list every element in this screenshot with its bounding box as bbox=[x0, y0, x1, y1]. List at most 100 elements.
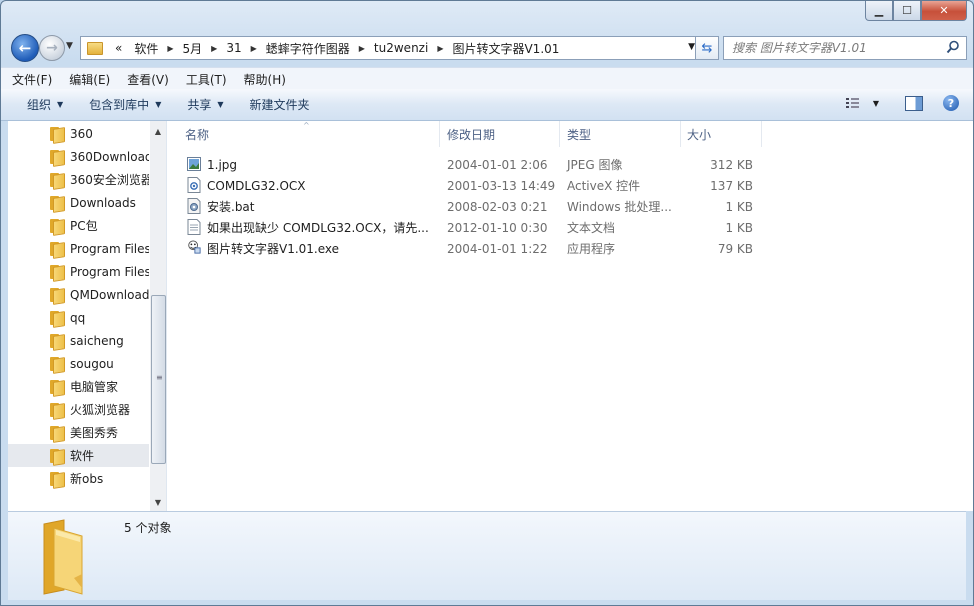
column-header-type[interactable]: 类型 bbox=[560, 121, 681, 147]
folder-icon bbox=[49, 471, 65, 489]
sidebar-item[interactable]: 新obs bbox=[8, 467, 149, 490]
forward-arrow-icon: → bbox=[46, 40, 58, 56]
address-bar[interactable]: « 软件 ▶ 5月 ▶ 31 ▶ 蟋蟀字符作图器 ▶ tu2wenzi ▶ 图片… bbox=[80, 36, 702, 60]
organize-button[interactable]: 组织 ▼ bbox=[15, 96, 77, 113]
refresh-button[interactable]: ⇆ bbox=[695, 36, 719, 60]
sidebar-item-label: 360Download bbox=[70, 149, 149, 164]
file-date: 2012-01-10 0:30 bbox=[447, 220, 548, 235]
text-file-icon bbox=[187, 219, 201, 235]
new-folder-button[interactable]: 新建文件夹 bbox=[238, 96, 324, 113]
change-view-icon[interactable] bbox=[845, 96, 861, 110]
file-type: 应用程序 bbox=[567, 242, 616, 256]
search-icon[interactable] bbox=[946, 40, 960, 54]
folder-icon bbox=[49, 356, 65, 374]
column-header-date[interactable]: 修改日期 bbox=[439, 121, 560, 147]
activex-file-icon bbox=[187, 177, 201, 193]
file-type: ActiveX 控件 bbox=[567, 179, 641, 193]
file-row[interactable]: 1.jpg 2004-01-01 2:06 JPEG 图像 312 KB bbox=[185, 154, 955, 175]
sidebar-item[interactable]: Program Files bbox=[8, 237, 149, 260]
sidebar-item[interactable]: 美图秀秀 bbox=[8, 421, 149, 444]
include-in-library-button[interactable]: 包含到库中 ▼ bbox=[77, 96, 175, 113]
file-row[interactable]: 安装.bat 2008-02-03 0:21 Windows 批处理... 1 KB bbox=[185, 196, 955, 217]
file-size: 79 KB bbox=[717, 241, 753, 256]
folder-icon bbox=[49, 402, 65, 420]
item-count: 5 个对象 bbox=[124, 521, 172, 535]
menu-file[interactable]: 文件(F) bbox=[1, 71, 58, 88]
address-dropdown-chevron-icon[interactable]: ▼ bbox=[688, 42, 695, 52]
folder-icon bbox=[49, 310, 65, 328]
sidebar-item-label: 新obs bbox=[70, 472, 104, 486]
sidebar-item[interactable]: 电脑管家 bbox=[8, 375, 149, 398]
sidebar-item-label: saicheng bbox=[70, 333, 124, 348]
folder-icon bbox=[49, 425, 65, 443]
file-row[interactable]: 如果出现缺少 COMDLG32.OCX，请先... 2012-01-10 0:30… bbox=[185, 217, 955, 238]
breadcrumb-separator-icon[interactable]: ▶ bbox=[356, 44, 368, 53]
menu-help[interactable]: 帮助(H) bbox=[233, 71, 292, 88]
breadcrumb-overflow[interactable]: « bbox=[109, 41, 128, 55]
recent-pages-chevron-icon[interactable]: ▼ bbox=[66, 41, 73, 51]
file-size: 312 KB bbox=[710, 157, 753, 172]
menu-bar: 文件(F) 编辑(E) 查看(V) 工具(T) 帮助(H) bbox=[1, 67, 973, 90]
sidebar-item[interactable]: qq bbox=[8, 306, 149, 329]
share-button[interactable]: 共享 ▼ bbox=[175, 96, 237, 113]
minimize-button[interactable]: ▁ bbox=[865, 1, 893, 21]
scrollbar-thumb[interactable]: ≡ bbox=[151, 295, 166, 464]
navigation-pane: 新obs 软件 美图秀秀 火狐浏览器 电脑管家 sougou saicheng qq QMDow… bbox=[8, 121, 167, 511]
help-icon[interactable]: ? bbox=[943, 95, 959, 111]
sidebar-item[interactable]: 360 bbox=[8, 122, 149, 145]
file-type: JPEG 图像 bbox=[567, 158, 623, 172]
sidebar-item[interactable]: Downloads bbox=[8, 191, 149, 214]
file-name: 安装.bat bbox=[207, 200, 255, 214]
breadcrumb-separator-icon[interactable]: ▶ bbox=[434, 44, 446, 53]
search-box bbox=[723, 36, 967, 60]
breadcrumb-item[interactable]: 软件 bbox=[128, 40, 164, 57]
sidebar-item[interactable]: 360Download bbox=[8, 145, 149, 168]
scroll-up-icon[interactable]: ▲ bbox=[150, 123, 166, 139]
breadcrumb-item[interactable]: 蟋蟀字符作图器 bbox=[260, 40, 356, 57]
sidebar-item[interactable]: 火狐浏览器 bbox=[8, 398, 149, 421]
sidebar-item[interactable]: Program Files bbox=[8, 260, 149, 283]
file-type: 文本文档 bbox=[567, 221, 616, 235]
sidebar-item[interactable]: 360安全浏览器 bbox=[8, 168, 149, 191]
folder-icon bbox=[49, 264, 65, 282]
chevron-down-icon: ▼ bbox=[155, 100, 162, 109]
folder-icon bbox=[49, 333, 65, 351]
file-date: 2004-01-01 2:06 bbox=[447, 157, 548, 172]
sidebar-item[interactable]: sougou bbox=[8, 352, 149, 375]
sidebar-item-label: 美图秀秀 bbox=[70, 426, 119, 440]
scroll-down-icon[interactable]: ▼ bbox=[150, 494, 166, 510]
sidebar-item[interactable]: 软件 bbox=[8, 444, 149, 467]
explorer-window: ▁ ☐ ✕ ← → ▼ « 软件 ▶ 5月 ▶ 31 ▶ 蟋蟀字符作图器 ▶ t… bbox=[0, 0, 974, 606]
sort-ascending-icon: ^ bbox=[303, 121, 310, 130]
breadcrumb-item[interactable]: 图片转文字器V1.01 bbox=[446, 40, 565, 57]
breadcrumb: « 软件 ▶ 5月 ▶ 31 ▶ 蟋蟀字符作图器 ▶ tu2wenzi ▶ 图片… bbox=[109, 40, 565, 57]
back-button[interactable]: ← bbox=[11, 34, 39, 62]
include-in-library-label: 包含到库中 bbox=[89, 98, 150, 112]
sidebar-item[interactable]: PC包 bbox=[8, 214, 149, 237]
search-input[interactable] bbox=[730, 40, 944, 56]
column-header-size[interactable]: 大小 bbox=[681, 121, 762, 147]
navigation-bar: ← → ▼ « 软件 ▶ 5月 ▶ 31 ▶ 蟋蟀字符作图器 ▶ tu2wenz… bbox=[9, 33, 967, 62]
folder-icon bbox=[49, 448, 65, 466]
close-button[interactable]: ✕ bbox=[921, 1, 967, 21]
breadcrumb-item[interactable]: 5月 bbox=[177, 40, 209, 57]
file-row[interactable]: COMDLG32.OCX 2001-03-13 14:49 ActiveX 控件 13… bbox=[185, 175, 955, 196]
breadcrumb-separator-icon[interactable]: ▶ bbox=[208, 44, 220, 53]
sidebar-item[interactable]: saicheng bbox=[8, 329, 149, 352]
maximize-button[interactable]: ☐ bbox=[893, 1, 921, 21]
breadcrumb-separator-icon[interactable]: ▶ bbox=[164, 44, 176, 53]
menu-view[interactable]: 查看(V) bbox=[116, 71, 175, 88]
folder-icon bbox=[87, 41, 103, 55]
menu-edit[interactable]: 编辑(E) bbox=[58, 71, 116, 88]
column-header-name[interactable]: 名称 ^ bbox=[167, 121, 440, 147]
more-views-chevron-icon[interactable]: ▼ bbox=[873, 99, 879, 108]
breadcrumb-item[interactable]: tu2wenzi bbox=[368, 41, 434, 55]
file-row[interactable]: 图片转文字器V1.01.exe 2004-01-01 1:22 应用程序 79 KB bbox=[185, 238, 955, 259]
sidebar-item[interactable]: QMDownload bbox=[8, 283, 149, 306]
forward-button[interactable]: → bbox=[39, 35, 65, 61]
breadcrumb-separator-icon[interactable]: ▶ bbox=[248, 44, 260, 53]
navigation-scrollbar[interactable]: ▲ ≡ ▼ bbox=[150, 121, 166, 511]
preview-pane-icon[interactable] bbox=[905, 95, 923, 111]
breadcrumb-item[interactable]: 31 bbox=[220, 41, 247, 55]
menu-tools[interactable]: 工具(T) bbox=[175, 71, 233, 88]
